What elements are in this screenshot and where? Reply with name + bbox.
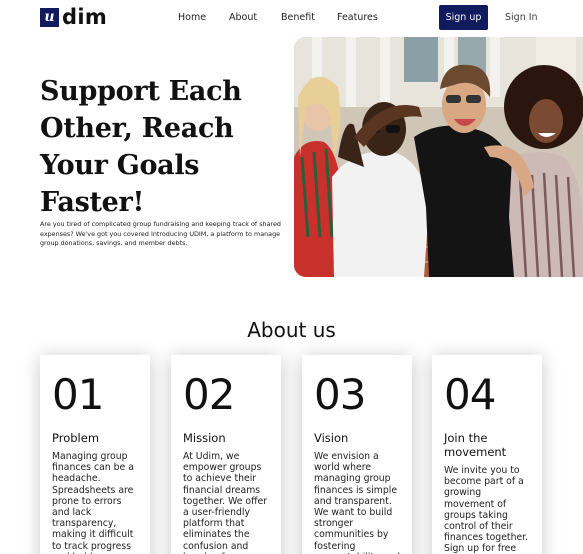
group-friends-illustration bbox=[294, 37, 583, 277]
card-heading: Join the movement bbox=[444, 431, 507, 459]
nav-link-features[interactable]: Features bbox=[337, 12, 378, 23]
about-card-mission: 02 Mission At Udim, we empower groups to… bbox=[171, 355, 281, 554]
card-heading: Mission bbox=[183, 431, 226, 445]
signin-link[interactable]: Sign In bbox=[505, 12, 538, 23]
nav-link-about[interactable]: About bbox=[229, 12, 257, 23]
nav-link-home[interactable]: Home bbox=[178, 12, 206, 23]
about-section-title: About us bbox=[247, 318, 336, 342]
card-heading: Problem bbox=[52, 431, 100, 445]
landing-page: u dim Home About Benefit Features Sign u… bbox=[0, 0, 583, 554]
signup-button[interactable]: Sign up bbox=[439, 5, 488, 30]
about-card-problem: 01 Problem Managing group finances can b… bbox=[40, 355, 150, 554]
card-number: 02 bbox=[183, 370, 235, 419]
card-number: 04 bbox=[444, 370, 496, 419]
hero-title: Support Each Other, Reach Your Goals Fas… bbox=[40, 76, 242, 218]
about-card-join: 04 Join the movement We invite you to be… bbox=[432, 355, 542, 554]
card-body: Managing group finances can be a headach… bbox=[52, 451, 134, 554]
hero-subtitle: Are you tired of complicated group fundr… bbox=[40, 220, 281, 247]
card-number: 01 bbox=[52, 370, 104, 419]
card-number: 03 bbox=[314, 370, 366, 419]
nav-link-benefit[interactable]: Benefit bbox=[281, 12, 315, 23]
card-body: At Udim, we empower groups to achieve th… bbox=[183, 451, 268, 554]
card-heading: Vision bbox=[314, 431, 349, 445]
hero-group-photo bbox=[294, 37, 583, 277]
logo-mark-icon: u bbox=[40, 7, 59, 27]
card-body: We envision a world where managing group… bbox=[314, 451, 400, 554]
card-body: We invite you to become part of a growin… bbox=[444, 465, 529, 554]
brand-name: dim bbox=[62, 5, 108, 29]
brand-logo[interactable]: u dim bbox=[40, 6, 107, 28]
about-card-vision: 03 Vision We envision a world where mana… bbox=[302, 355, 412, 554]
